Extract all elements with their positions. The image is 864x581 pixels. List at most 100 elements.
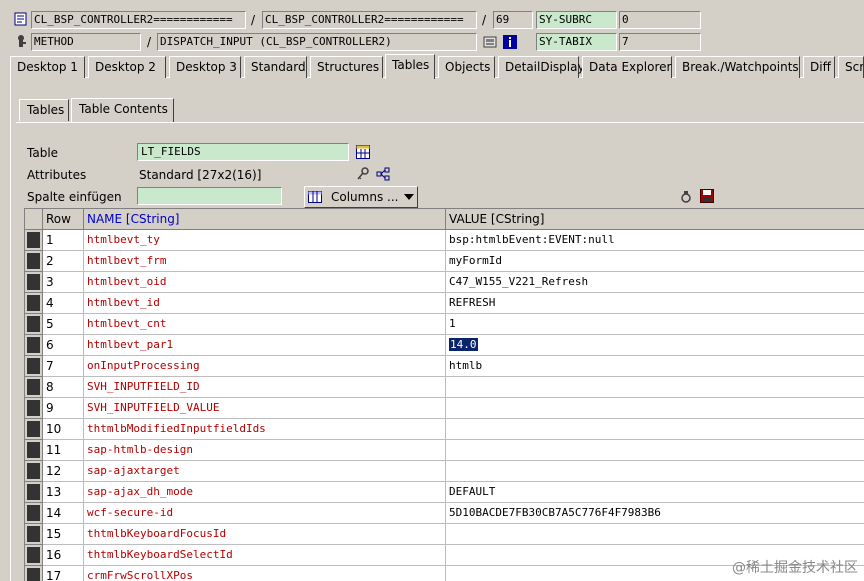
row-selector[interactable] bbox=[25, 251, 43, 272]
cell-value[interactable]: 14.0 bbox=[446, 335, 864, 356]
cell-name[interactable]: sap-ajax_dh_mode bbox=[84, 482, 446, 503]
cell-name[interactable]: crmFrwScrollXPos bbox=[84, 566, 446, 581]
program-name-field[interactable]: CL_BSP_CONTROLLER2============ bbox=[31, 11, 246, 29]
include-name-field[interactable]: CL_BSP_CONTROLLER2============ bbox=[262, 11, 477, 29]
table-row[interactable]: 6 htmlbevt_par1 14.0 bbox=[25, 335, 864, 356]
tab-diff[interactable]: Diff bbox=[803, 56, 835, 78]
selected-value-text[interactable]: 14.0 bbox=[449, 338, 478, 351]
cell-value[interactable] bbox=[446, 398, 864, 419]
tab-desktop-1[interactable]: Desktop 1 bbox=[10, 56, 85, 78]
row-selector[interactable] bbox=[25, 566, 43, 581]
row-selector[interactable] bbox=[25, 524, 43, 545]
table-row[interactable]: 1 htmlbevt_ty bsp:htmlbEvent:EVENT:null bbox=[25, 230, 864, 251]
table-row[interactable]: 5 htmlbevt_cnt 1 bbox=[25, 314, 864, 335]
cell-name[interactable]: wcf-secure-id bbox=[84, 503, 446, 524]
cell-value[interactable]: 5D10BACDE7FB30CB7A5C776F4F7983B6 bbox=[446, 503, 864, 524]
save-icon[interactable] bbox=[700, 189, 714, 203]
table-row[interactable]: 15 thtmlbKeyboardFocusId bbox=[25, 524, 864, 545]
cell-value[interactable] bbox=[446, 377, 864, 398]
row-selector[interactable] bbox=[25, 503, 43, 524]
cell-name[interactable]: thtmlbModifiedInputfieldIds bbox=[84, 419, 446, 440]
table-row[interactable]: 12 sap-ajaxtarget bbox=[25, 461, 864, 482]
col-header-name[interactable]: NAME [CString] bbox=[84, 209, 446, 230]
tab-script[interactable]: Script bbox=[838, 56, 864, 78]
cell-name[interactable]: sap-ajaxtarget bbox=[84, 461, 446, 482]
row-selector[interactable] bbox=[25, 545, 43, 566]
cell-name[interactable]: htmlbevt_par1 bbox=[84, 335, 446, 356]
table-row[interactable]: 9 SVH_INPUTFIELD_VALUE bbox=[25, 398, 864, 419]
inner-tab-table-contents[interactable]: Table Contents bbox=[71, 98, 174, 122]
table-select-icon[interactable] bbox=[356, 145, 370, 159]
table-row[interactable]: 14 wcf-secure-id 5D10BACDE7FB30CB7A5C776F4… bbox=[25, 503, 864, 524]
table-row[interactable]: 3 htmlbevt_oid C47_W155_V221_Refresh bbox=[25, 272, 864, 293]
tab-detail-display[interactable]: DetailDisplay bbox=[498, 56, 585, 78]
cell-value[interactable]: bsp:htmlbEvent:EVENT:null bbox=[446, 230, 864, 251]
tab-structures[interactable]: Structures bbox=[310, 56, 383, 78]
key-icon[interactable] bbox=[356, 167, 370, 181]
cell-value[interactable]: REFRESH bbox=[446, 293, 864, 314]
columns-button[interactable]: Columns ... bbox=[304, 186, 418, 208]
cell-name[interactable]: htmlbevt_id bbox=[84, 293, 446, 314]
table-row[interactable]: 2 htmlbevt_frm myFormId bbox=[25, 251, 864, 272]
cell-value[interactable]: myFormId bbox=[446, 251, 864, 272]
row-selector[interactable] bbox=[25, 461, 43, 482]
row-selector-mark bbox=[27, 547, 40, 563]
cell-name[interactable]: onInputProcessing bbox=[84, 356, 446, 377]
cell-name[interactable]: htmlbevt_cnt bbox=[84, 314, 446, 335]
row-selector[interactable] bbox=[25, 419, 43, 440]
hierarchy-icon[interactable] bbox=[376, 167, 390, 181]
row-selector-mark bbox=[27, 274, 40, 290]
cell-value[interactable] bbox=[446, 440, 864, 461]
cell-value[interactable] bbox=[446, 419, 864, 440]
row-selector[interactable] bbox=[25, 293, 43, 314]
cell-value[interactable] bbox=[446, 461, 864, 482]
insert-column-input[interactable] bbox=[137, 187, 282, 205]
tab-objects[interactable]: Objects bbox=[438, 56, 495, 78]
select-all-cell[interactable] bbox=[25, 209, 43, 230]
row-selector[interactable] bbox=[25, 440, 43, 461]
inner-tab-tables[interactable]: Tables bbox=[19, 99, 69, 121]
cell-name[interactable]: SVH_INPUTFIELD_ID bbox=[84, 377, 446, 398]
search-icon[interactable] bbox=[679, 190, 693, 204]
table-name-input[interactable]: LT_FIELDS bbox=[137, 143, 349, 161]
cell-name[interactable]: SVH_INPUTFIELD_VALUE bbox=[84, 398, 446, 419]
row-selector[interactable] bbox=[25, 272, 43, 293]
cell-name[interactable]: htmlbevt_oid bbox=[84, 272, 446, 293]
cell-name[interactable]: sap-htmlb-design bbox=[84, 440, 446, 461]
tab-break-watchpoints[interactable]: Break./Watchpoints bbox=[675, 56, 800, 78]
cell-name[interactable]: thtmlbKeyboardFocusId bbox=[84, 524, 446, 545]
cell-value[interactable]: htmlb bbox=[446, 356, 864, 377]
cell-value[interactable] bbox=[446, 524, 864, 545]
cell-name[interactable]: thtmlbKeyboardSelectId bbox=[84, 545, 446, 566]
tab-desktop-2[interactable]: Desktop 2 bbox=[88, 56, 166, 78]
row-selector[interactable] bbox=[25, 335, 43, 356]
cell-value[interactable]: 1 bbox=[446, 314, 864, 335]
row-selector[interactable] bbox=[25, 356, 43, 377]
cell-row-number: 12 bbox=[43, 461, 84, 482]
source-code-icon[interactable] bbox=[14, 12, 28, 26]
table-row[interactable]: 4 htmlbevt_id REFRESH bbox=[25, 293, 864, 314]
cell-name[interactable]: htmlbevt_ty bbox=[84, 230, 446, 251]
tab-tables[interactable]: Tables bbox=[385, 54, 435, 79]
table-row[interactable]: 11 sap-htmlb-design bbox=[25, 440, 864, 461]
line-number-field[interactable]: 69 bbox=[493, 11, 533, 29]
table-row[interactable]: 10 thtmlbModifiedInputfieldIds bbox=[25, 419, 864, 440]
info-icon[interactable] bbox=[503, 35, 517, 49]
tab-standard[interactable]: Standard bbox=[244, 56, 307, 78]
row-selector[interactable] bbox=[25, 377, 43, 398]
row-selector[interactable] bbox=[25, 398, 43, 419]
cell-value[interactable]: C47_W155_V221_Refresh bbox=[446, 272, 864, 293]
tab-desktop-3[interactable]: Desktop 3 bbox=[169, 56, 241, 78]
table-row[interactable]: 13 sap-ajax_dh_mode DEFAULT bbox=[25, 482, 864, 503]
display-icon[interactable] bbox=[483, 35, 497, 49]
cell-name[interactable]: htmlbevt_frm bbox=[84, 251, 446, 272]
table-row[interactable]: 7 onInputProcessing htmlb bbox=[25, 356, 864, 377]
table-row[interactable]: 8 SVH_INPUTFIELD_ID bbox=[25, 377, 864, 398]
col-header-row[interactable]: Row bbox=[43, 209, 84, 230]
row-selector[interactable] bbox=[25, 482, 43, 503]
row-selector[interactable] bbox=[25, 230, 43, 251]
cell-value[interactable]: DEFAULT bbox=[446, 482, 864, 503]
tab-data-explorer[interactable]: Data Explorer bbox=[582, 56, 672, 78]
row-selector[interactable] bbox=[25, 314, 43, 335]
col-header-value[interactable]: VALUE [CString] bbox=[446, 209, 864, 230]
